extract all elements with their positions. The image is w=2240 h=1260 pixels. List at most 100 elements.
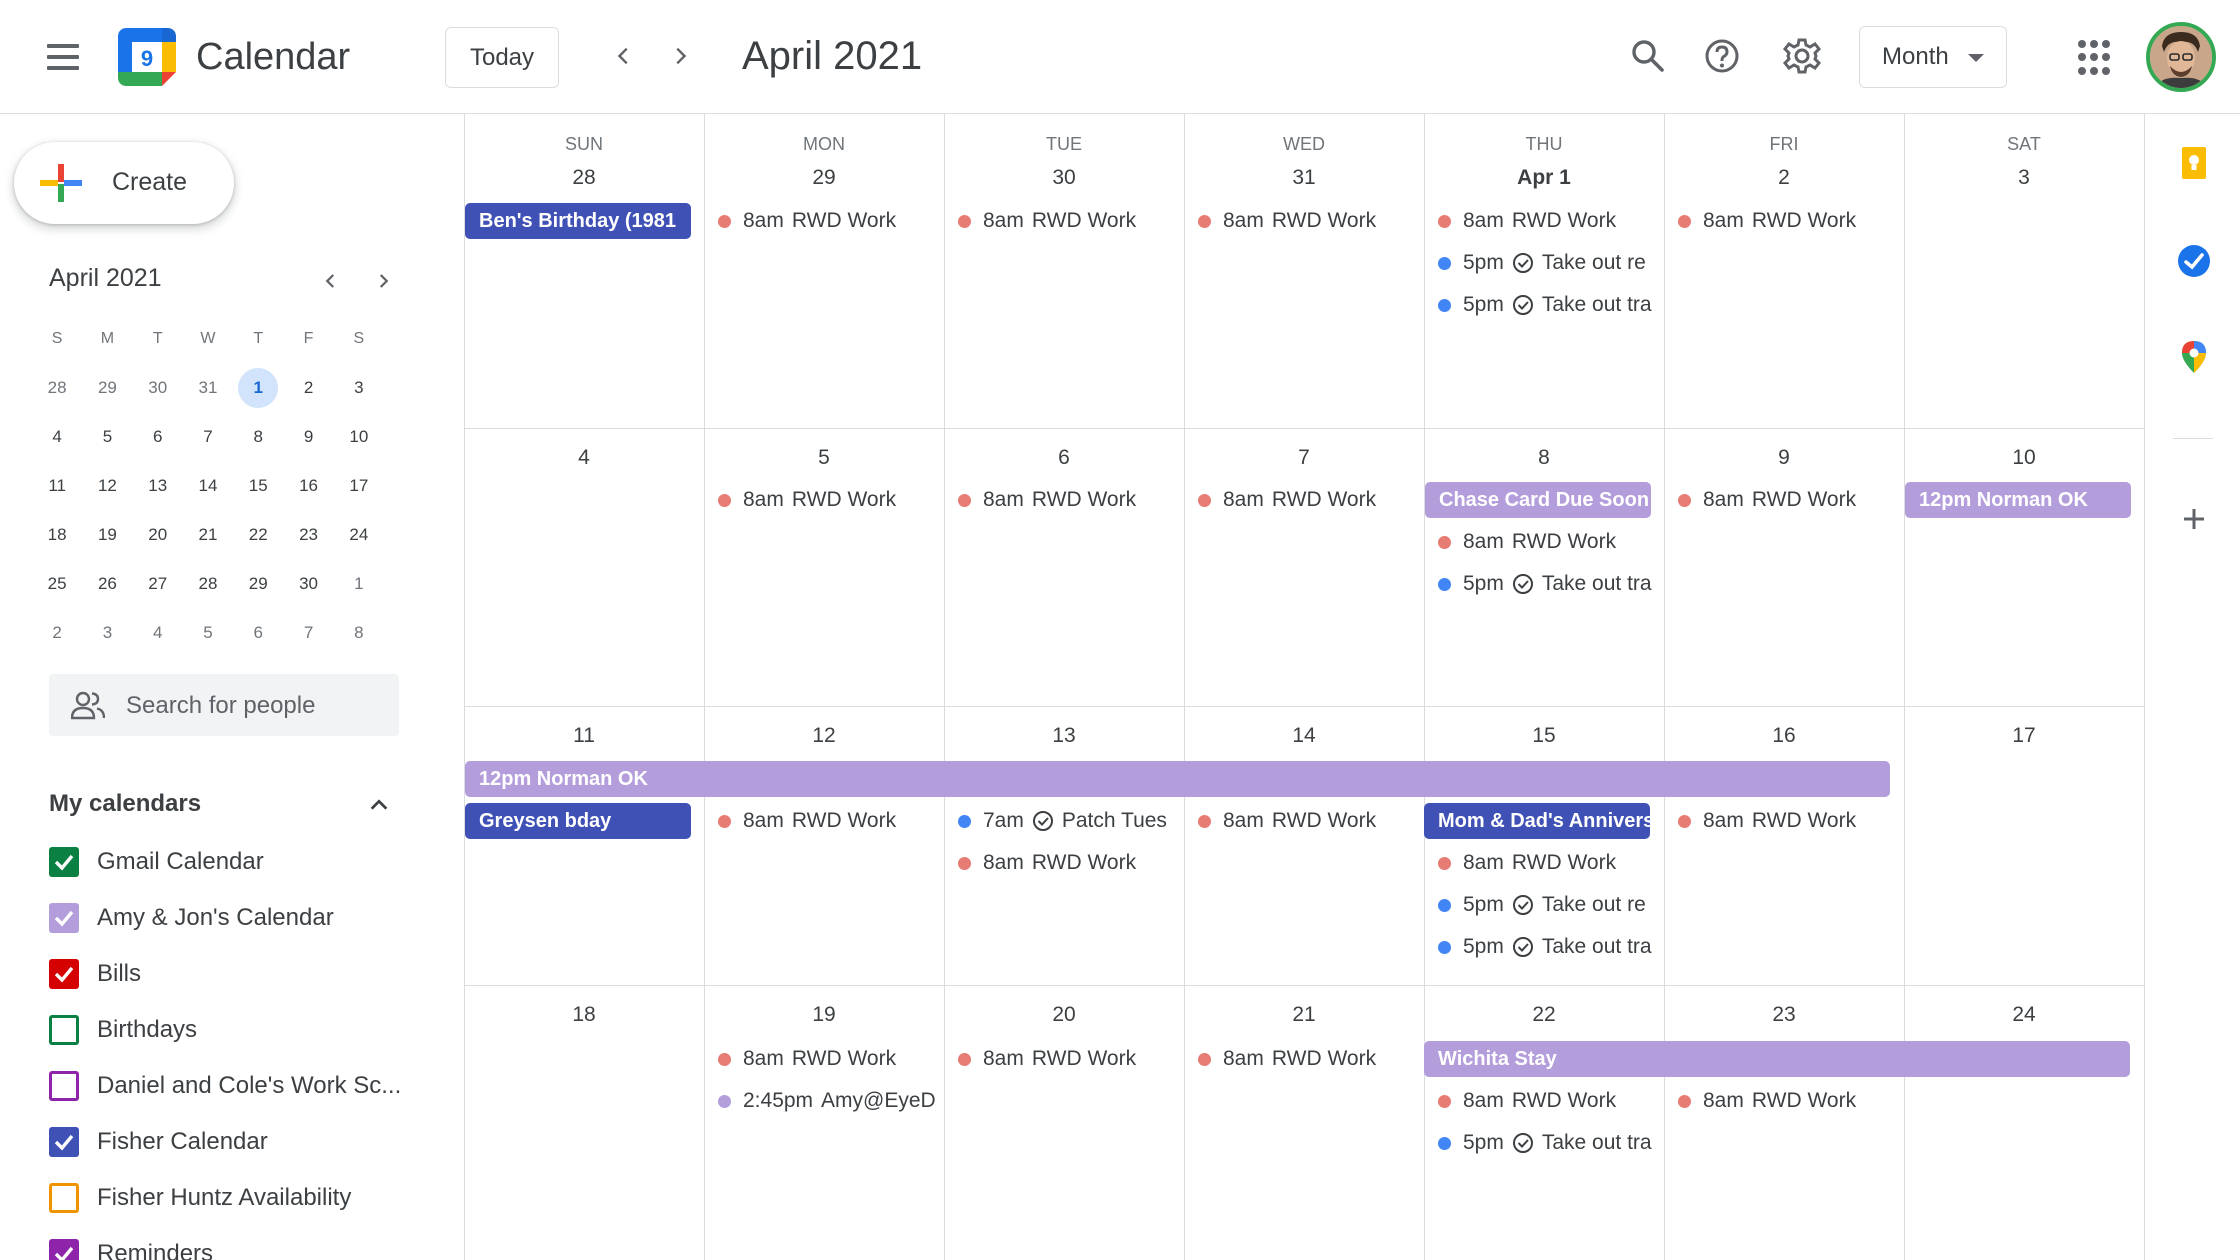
all-day-event-chip[interactable]: 12pm Norman OK: [465, 761, 1890, 797]
mini-calendar-day[interactable]: 23: [283, 515, 333, 555]
all-day-event-chip[interactable]: Greysen bday: [465, 803, 691, 839]
mini-calendar-day[interactable]: 5: [82, 417, 132, 457]
keep-button[interactable]: [2175, 144, 2213, 182]
today-button[interactable]: Today: [445, 27, 559, 88]
timed-event[interactable]: 8am RWD Work: [718, 482, 938, 518]
mini-calendar-day[interactable]: 8: [334, 613, 384, 653]
mini-calendar-day[interactable]: 10: [334, 417, 384, 457]
search-button[interactable]: [1626, 34, 1670, 78]
mini-calendar-day[interactable]: 20: [133, 515, 183, 555]
timed-event[interactable]: 8am RWD Work: [718, 803, 938, 839]
mini-calendar-day[interactable]: 28: [32, 368, 82, 408]
timed-event[interactable]: 8am RWD Work: [958, 845, 1178, 881]
timed-event[interactable]: 8am RWD Work: [1678, 203, 1898, 239]
calendar-checkbox[interactable]: [49, 903, 79, 933]
timed-event[interactable]: 8am RWD Work: [1678, 803, 1898, 839]
calendar-list-item[interactable]: Daniel and Cole's Work Sc...: [49, 1058, 419, 1114]
timed-event[interactable]: 8am RWD Work: [958, 1041, 1178, 1077]
mini-calendar-day[interactable]: 4: [133, 613, 183, 653]
day-number[interactable]: 12: [704, 724, 944, 748]
day-number[interactable]: 11: [464, 724, 704, 748]
timed-event[interactable]: 5pm Take out tra: [1438, 1125, 1658, 1161]
mini-calendar-day[interactable]: 7: [183, 417, 233, 457]
mini-calendar-day[interactable]: 9: [283, 417, 333, 457]
mini-calendar-day-today[interactable]: 1: [233, 367, 283, 408]
timed-event[interactable]: 5pm Take out re: [1438, 245, 1658, 281]
timed-event[interactable]: 5pm Take out tra: [1438, 566, 1658, 602]
timed-event[interactable]: 8am RWD Work: [1198, 203, 1418, 239]
calendar-list-item[interactable]: Bills: [49, 946, 419, 1002]
my-calendars-heading[interactable]: My calendars: [49, 790, 201, 818]
day-number[interactable]: 9: [1664, 446, 1904, 470]
all-day-event-chip[interactable]: Ben's Birthday (1981: [465, 203, 691, 239]
day-number[interactable]: 24: [1904, 1003, 2144, 1027]
day-number[interactable]: 14: [1184, 724, 1424, 748]
mini-calendar-day[interactable]: 19: [82, 515, 132, 555]
timed-event[interactable]: 7am Patch Tues: [958, 803, 1178, 839]
account-avatar[interactable]: [2146, 22, 2216, 92]
calendar-list-item[interactable]: Birthdays: [49, 1002, 419, 1058]
day-number[interactable]: 7: [1184, 446, 1424, 470]
calendar-checkbox[interactable]: [49, 847, 79, 877]
mini-calendar-day[interactable]: 22: [233, 515, 283, 555]
mini-calendar-day[interactable]: 30: [133, 368, 183, 408]
day-number[interactable]: 3: [1904, 166, 2144, 190]
timed-event[interactable]: 5pm Take out re: [1438, 887, 1658, 923]
my-calendars-collapse-button[interactable]: [364, 790, 394, 820]
day-number[interactable]: 4: [464, 446, 704, 470]
calendar-list-item[interactable]: Reminders: [49, 1226, 419, 1260]
day-number[interactable]: Apr 1: [1424, 166, 1664, 190]
mini-calendar-day[interactable]: 26: [82, 564, 132, 604]
timed-event[interactable]: 8am RWD Work: [1438, 1083, 1658, 1119]
mini-calendar-day[interactable]: 16: [283, 466, 333, 506]
timed-event[interactable]: 8am RWD Work: [958, 482, 1178, 518]
mini-calendar-day[interactable]: 31: [183, 368, 233, 408]
day-number[interactable]: 28: [464, 166, 704, 190]
get-addons-button[interactable]: [2175, 500, 2213, 538]
previous-month-button[interactable]: [606, 38, 642, 74]
timed-event[interactable]: 8am RWD Work: [1438, 203, 1658, 239]
calendar-list-item[interactable]: Gmail Calendar: [49, 834, 419, 890]
day-number[interactable]: 15: [1424, 724, 1664, 748]
timed-event[interactable]: 2:45pm Amy@EyeD: [718, 1083, 938, 1119]
mini-calendar-day[interactable]: 25: [32, 564, 82, 604]
help-button[interactable]: [1700, 34, 1744, 78]
day-number[interactable]: 18: [464, 1003, 704, 1027]
calendar-checkbox[interactable]: [49, 959, 79, 989]
timed-event[interactable]: 8am RWD Work: [1198, 1041, 1418, 1077]
day-number[interactable]: 6: [944, 446, 1184, 470]
day-number[interactable]: 29: [704, 166, 944, 190]
create-button[interactable]: Create: [14, 142, 234, 224]
mini-calendar-next-button[interactable]: [368, 266, 398, 296]
mini-calendar-day[interactable]: 3: [334, 368, 384, 408]
calendar-checkbox[interactable]: [49, 1015, 79, 1045]
mini-calendar-day[interactable]: 1: [334, 564, 384, 604]
day-number[interactable]: 21: [1184, 1003, 1424, 1027]
mini-calendar-day[interactable]: 27: [133, 564, 183, 604]
mini-calendar-day[interactable]: 30: [283, 564, 333, 604]
tasks-button[interactable]: [2175, 242, 2213, 280]
timed-event[interactable]: 8am RWD Work: [958, 203, 1178, 239]
mini-calendar-prev-button[interactable]: [316, 266, 346, 296]
day-number[interactable]: 17: [1904, 724, 2144, 748]
mini-calendar-day[interactable]: 2: [283, 368, 333, 408]
mini-calendar-day[interactable]: 8: [233, 417, 283, 457]
day-number[interactable]: 20: [944, 1003, 1184, 1027]
mini-calendar-day[interactable]: 24: [334, 515, 384, 555]
timed-event[interactable]: 8am RWD Work: [1678, 1083, 1898, 1119]
mini-calendar-day[interactable]: 6: [133, 417, 183, 457]
all-day-event-chip[interactable]: Mom & Dad's Anniversary: [1424, 803, 1650, 839]
day-number[interactable]: 23: [1664, 1003, 1904, 1027]
mini-calendar-day[interactable]: 2: [32, 613, 82, 653]
day-number[interactable]: 16: [1664, 724, 1904, 748]
day-number[interactable]: 2: [1664, 166, 1904, 190]
mini-calendar-day[interactable]: 17: [334, 466, 384, 506]
day-number[interactable]: 31: [1184, 166, 1424, 190]
calendar-logo-icon[interactable]: 9: [118, 28, 176, 86]
mini-calendar-day[interactable]: 5: [183, 613, 233, 653]
timed-event[interactable]: 5pm Take out tra: [1438, 287, 1658, 323]
mini-calendar-day[interactable]: 12: [82, 466, 132, 506]
calendar-checkbox[interactable]: [49, 1071, 79, 1101]
day-number[interactable]: 22: [1424, 1003, 1664, 1027]
timed-event[interactable]: 8am RWD Work: [1438, 845, 1658, 881]
